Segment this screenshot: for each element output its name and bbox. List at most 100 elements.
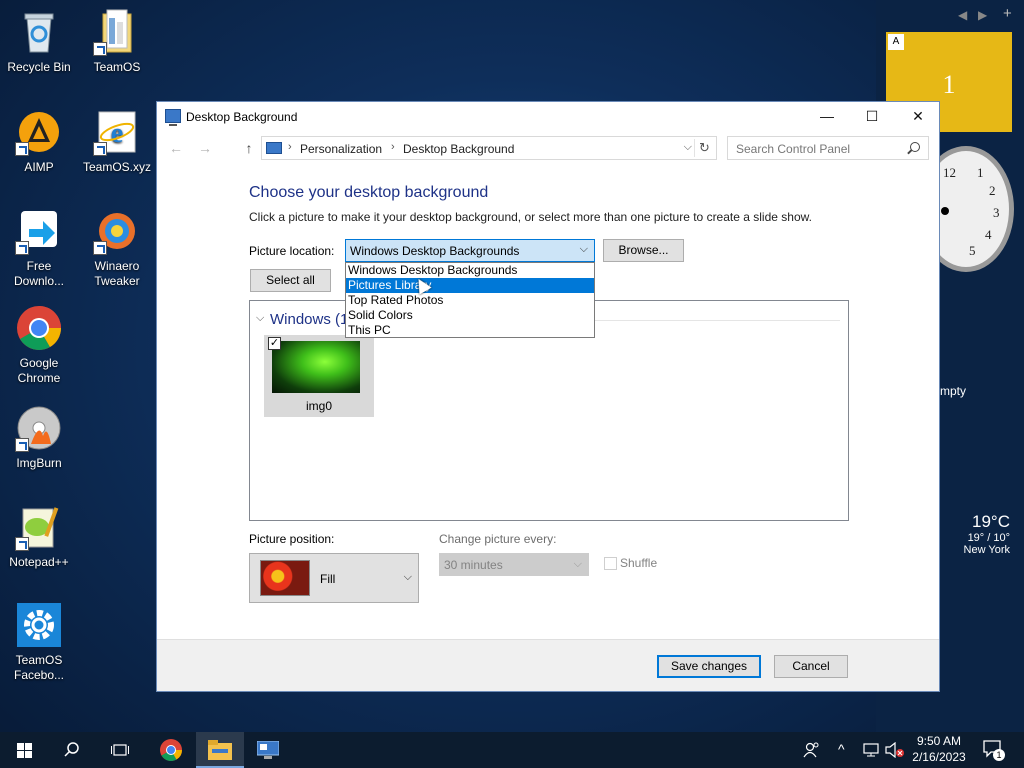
desktop-icon-notepadpp[interactable]: Notepad++ [2,503,76,570]
window-title: Desktop Background [186,110,298,124]
maximize-button[interactable]: ☐ [849,102,895,132]
desktop-icon-label: TeamOS.xyz [82,160,151,174]
taskbar-control-panel[interactable] [244,732,292,768]
taskbar-clock[interactable]: 9:50 AM 2/16/2023 [908,733,970,765]
up-arrow-icon[interactable]: ↑ [239,138,259,158]
free-download-manager-icon [15,207,63,255]
control-panel-icon [266,142,282,154]
page-description: Click a picture to make it your desktop … [249,210,812,224]
chrome-icon [15,304,63,352]
window-footer: Save changes Cancel [157,639,939,691]
picture-location-select[interactable]: Windows Desktop Backgrounds ⌵ [345,239,595,262]
location-option-pictures-library[interactable]: Pictures Library [346,278,594,293]
desktop-icon-google-chrome[interactable]: Google Chrome [2,304,76,386]
desktop-icon-free-download-manager[interactable]: Free Downlo... [2,207,76,289]
clock-number: 5 [969,243,976,258]
task-view-button[interactable] [96,732,144,768]
wallpaper-thumbnail[interactable]: ✓ img0 [264,335,374,417]
picture-location-value: Windows Desktop Backgrounds [350,244,520,258]
thumbnail-label: img0 [305,399,332,413]
desktop-icon-recycle-bin[interactable]: Recycle Bin [2,8,76,75]
desktop-icon-label: ImgBurn [16,456,62,470]
minimize-button[interactable]: — [804,102,850,132]
taskbar-file-explorer[interactable] [196,732,244,768]
desktop-icon-label: Google Chrome [17,356,61,385]
desktop-icon-label: Notepad++ [9,555,69,569]
recycle-bin-icon [15,8,63,56]
shuffle-checkbox[interactable] [604,557,617,570]
clock-number: 1 [977,165,984,180]
control-panel-icon [257,741,279,759]
search-input[interactable]: Search Control Panel [727,136,929,160]
chevron-up-icon[interactable]: ^ [838,741,845,757]
thumbnail-checkbox[interactable]: ✓ [268,337,281,350]
start-button[interactable] [0,732,48,768]
picture-position-value: Fill [320,572,336,586]
shortcut-arrow-icon [15,241,29,255]
network-icon[interactable] [862,743,880,757]
desktop-icon-winaero-tweaker[interactable]: Winaero Tweaker [80,207,154,289]
location-option-solid-colors[interactable]: Solid Colors [346,308,594,323]
chevron-down-icon: ⌵ [573,558,582,570]
shortcut-arrow-icon [15,142,29,156]
picture-location-label: Picture location: [249,244,335,258]
weather-city: New York [963,544,1010,556]
location-option-this-pc[interactable]: This PC [346,323,594,338]
volume-muted-icon[interactable] [885,742,905,758]
save-changes-button[interactable]: Save changes [657,655,761,678]
cancel-button[interactable]: Cancel [774,655,848,678]
desktop-icon-imgburn[interactable]: ImgBurn [2,404,76,471]
gadget-prev-icon[interactable]: ◀ [958,8,967,22]
close-button[interactable]: ✕ [895,102,941,132]
clock-hand-center [941,207,949,215]
change-picture-value: 30 minutes [444,558,503,572]
gadget-next-icon[interactable]: ▶ [978,8,987,22]
desktop-icon-teamos-xyz[interactable]: e TeamOS.xyz [80,108,154,175]
change-picture-label: Change picture every: [439,532,557,546]
internet-explorer-icon: e [93,108,141,156]
notification-center-button[interactable]: 1 [983,740,1005,761]
breadcrumb-separator-icon: › [288,141,292,153]
chevron-down-icon[interactable]: ⌵ [684,141,692,154]
desktop-icon-teamos-facebook[interactable]: TeamOS Facebo... [2,601,76,683]
address-bar[interactable]: › Personalization › Desktop Background ⌵… [261,136,717,160]
desktop-icon-aimp[interactable]: AIMP [2,108,76,175]
desktop-background-window: Desktop Background — ☐ ✕ ← → ↑ › Persona… [156,101,940,692]
notification-count-badge: 1 [993,749,1005,761]
select-all-button[interactable]: Select all [250,269,331,292]
gear-icon [15,601,63,649]
picture-location-dropdown-list[interactable]: Windows Desktop Backgrounds Pictures Lib… [345,262,595,338]
refresh-icon[interactable]: ↻ [694,139,714,157]
back-arrow-icon[interactable]: ← [166,138,186,158]
folder-icon [93,8,141,56]
weather-gadget[interactable]: 19°C 19° / 10° New York [940,512,1010,568]
change-picture-select[interactable]: 30 minutes ⌵ [439,553,589,576]
chevron-down-icon[interactable]: ⌵ [256,312,264,325]
taskbar: ^ 9:50 AM 2/16/2023 1 [0,732,1024,768]
shortcut-arrow-icon [93,42,107,56]
breadcrumb-desktop-background[interactable]: Desktop Background [403,142,514,156]
forward-arrow-icon[interactable]: → [195,138,215,158]
gadget-add-icon[interactable]: + [1003,5,1012,22]
browse-button[interactable]: Browse... [603,239,684,262]
shortcut-arrow-icon [93,241,107,255]
desktop-icon-label: Free Downlo... [13,259,65,288]
notepadpp-icon [15,503,63,551]
picture-position-select[interactable]: Fill ⌵ [249,553,419,603]
gallery-group-title[interactable]: Windows (1 [270,311,348,328]
weather-range: 19° / 10° [967,532,1010,544]
title-bar[interactable]: Desktop Background — ☐ ✕ [157,102,939,132]
desktop-icon-label: TeamOS Facebo... [13,653,65,682]
winaero-tweaker-icon [93,207,141,255]
location-option-top-rated-photos[interactable]: Top Rated Photos [346,293,594,308]
taskbar-chrome[interactable] [147,732,195,768]
people-icon[interactable] [803,741,821,759]
location-option-windows-desktop-backgrounds[interactable]: Windows Desktop Backgrounds [346,263,594,278]
page-title: Choose your desktop background [249,184,489,201]
chevron-down-icon: ⌵ [403,571,412,583]
breadcrumb-personalization[interactable]: Personalization [300,142,382,156]
search-taskbar-button[interactable] [48,732,96,768]
breadcrumb-separator-icon: › [391,141,395,153]
task-view-icon [111,744,129,756]
desktop-icon-teamos[interactable]: TeamOS [80,8,154,75]
